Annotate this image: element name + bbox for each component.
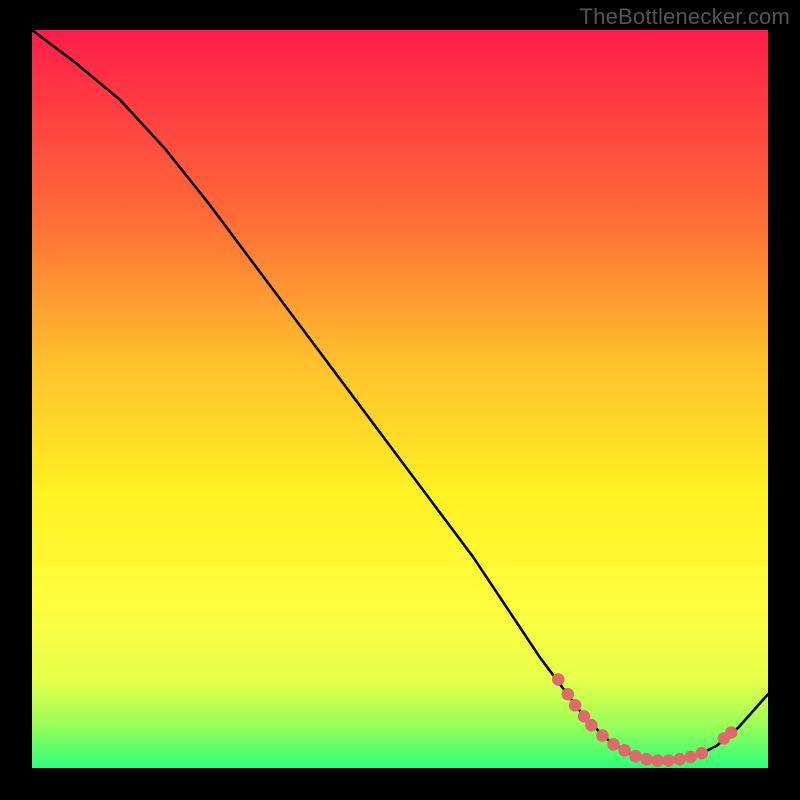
marker-point bbox=[596, 729, 609, 742]
marker-point bbox=[684, 751, 697, 764]
chart-frame: TheBottlenecker.com bbox=[0, 0, 800, 800]
marker-point bbox=[629, 750, 642, 763]
marker-point bbox=[552, 673, 565, 686]
marker-point bbox=[651, 754, 664, 767]
marker-point bbox=[696, 747, 709, 760]
marker-point bbox=[725, 726, 738, 739]
gradient-background bbox=[32, 30, 768, 768]
marker-point bbox=[585, 719, 598, 732]
marker-point bbox=[569, 699, 582, 712]
marker-point bbox=[562, 688, 575, 701]
marker-point bbox=[673, 753, 686, 766]
marker-point bbox=[607, 738, 620, 751]
chart-svg bbox=[32, 30, 768, 768]
marker-point bbox=[618, 744, 631, 757]
marker-point bbox=[640, 753, 653, 766]
plot-area bbox=[32, 30, 768, 768]
marker-point bbox=[662, 754, 675, 767]
watermark-text: TheBottlenecker.com bbox=[580, 4, 790, 30]
